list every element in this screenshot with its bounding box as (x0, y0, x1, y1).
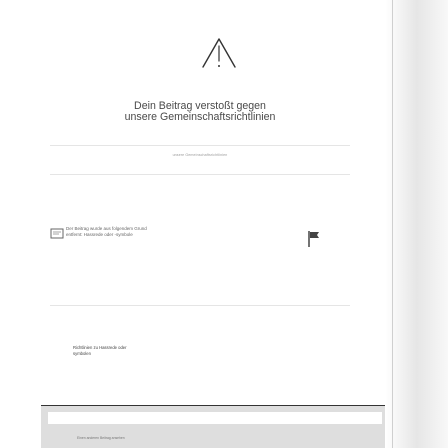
panel-edge (392, 0, 393, 448)
action-bar[interactable] (48, 412, 382, 424)
reason-line-2: entfernt: Hassrede oder -symbole (66, 232, 133, 237)
action-panel-text: Einen anderen Beitrag ansehen (77, 436, 125, 440)
guidelines-line-2: symbolen (73, 351, 91, 356)
faint-reference-text: unsere Gemeinschaftsrichtlinien (172, 153, 228, 157)
action-panel: Einen anderen Beitrag ansehen (41, 405, 385, 448)
removal-reason-text: Der Beitrag wurde aus folgendem Grund en… (66, 226, 296, 238)
warning-triangle-icon (202, 38, 236, 68)
divider-1 (50, 145, 350, 146)
divider-2 (50, 174, 350, 175)
removal-notice: Der Beitrag wurde aus folgendem Grund en… (50, 226, 355, 260)
heading-line-2: unsere Gemeinschaftsrichtlinien (124, 111, 276, 123)
post-warning-heading: Dein Beitrag verstoßt gegen unsere Gemei… (50, 101, 350, 123)
divider-3 (50, 305, 350, 306)
flag-icon (308, 231, 319, 247)
guidelines-link[interactable]: Richtlinien zu Hassrede oder symbolen (73, 345, 283, 357)
message-icon (50, 228, 64, 239)
